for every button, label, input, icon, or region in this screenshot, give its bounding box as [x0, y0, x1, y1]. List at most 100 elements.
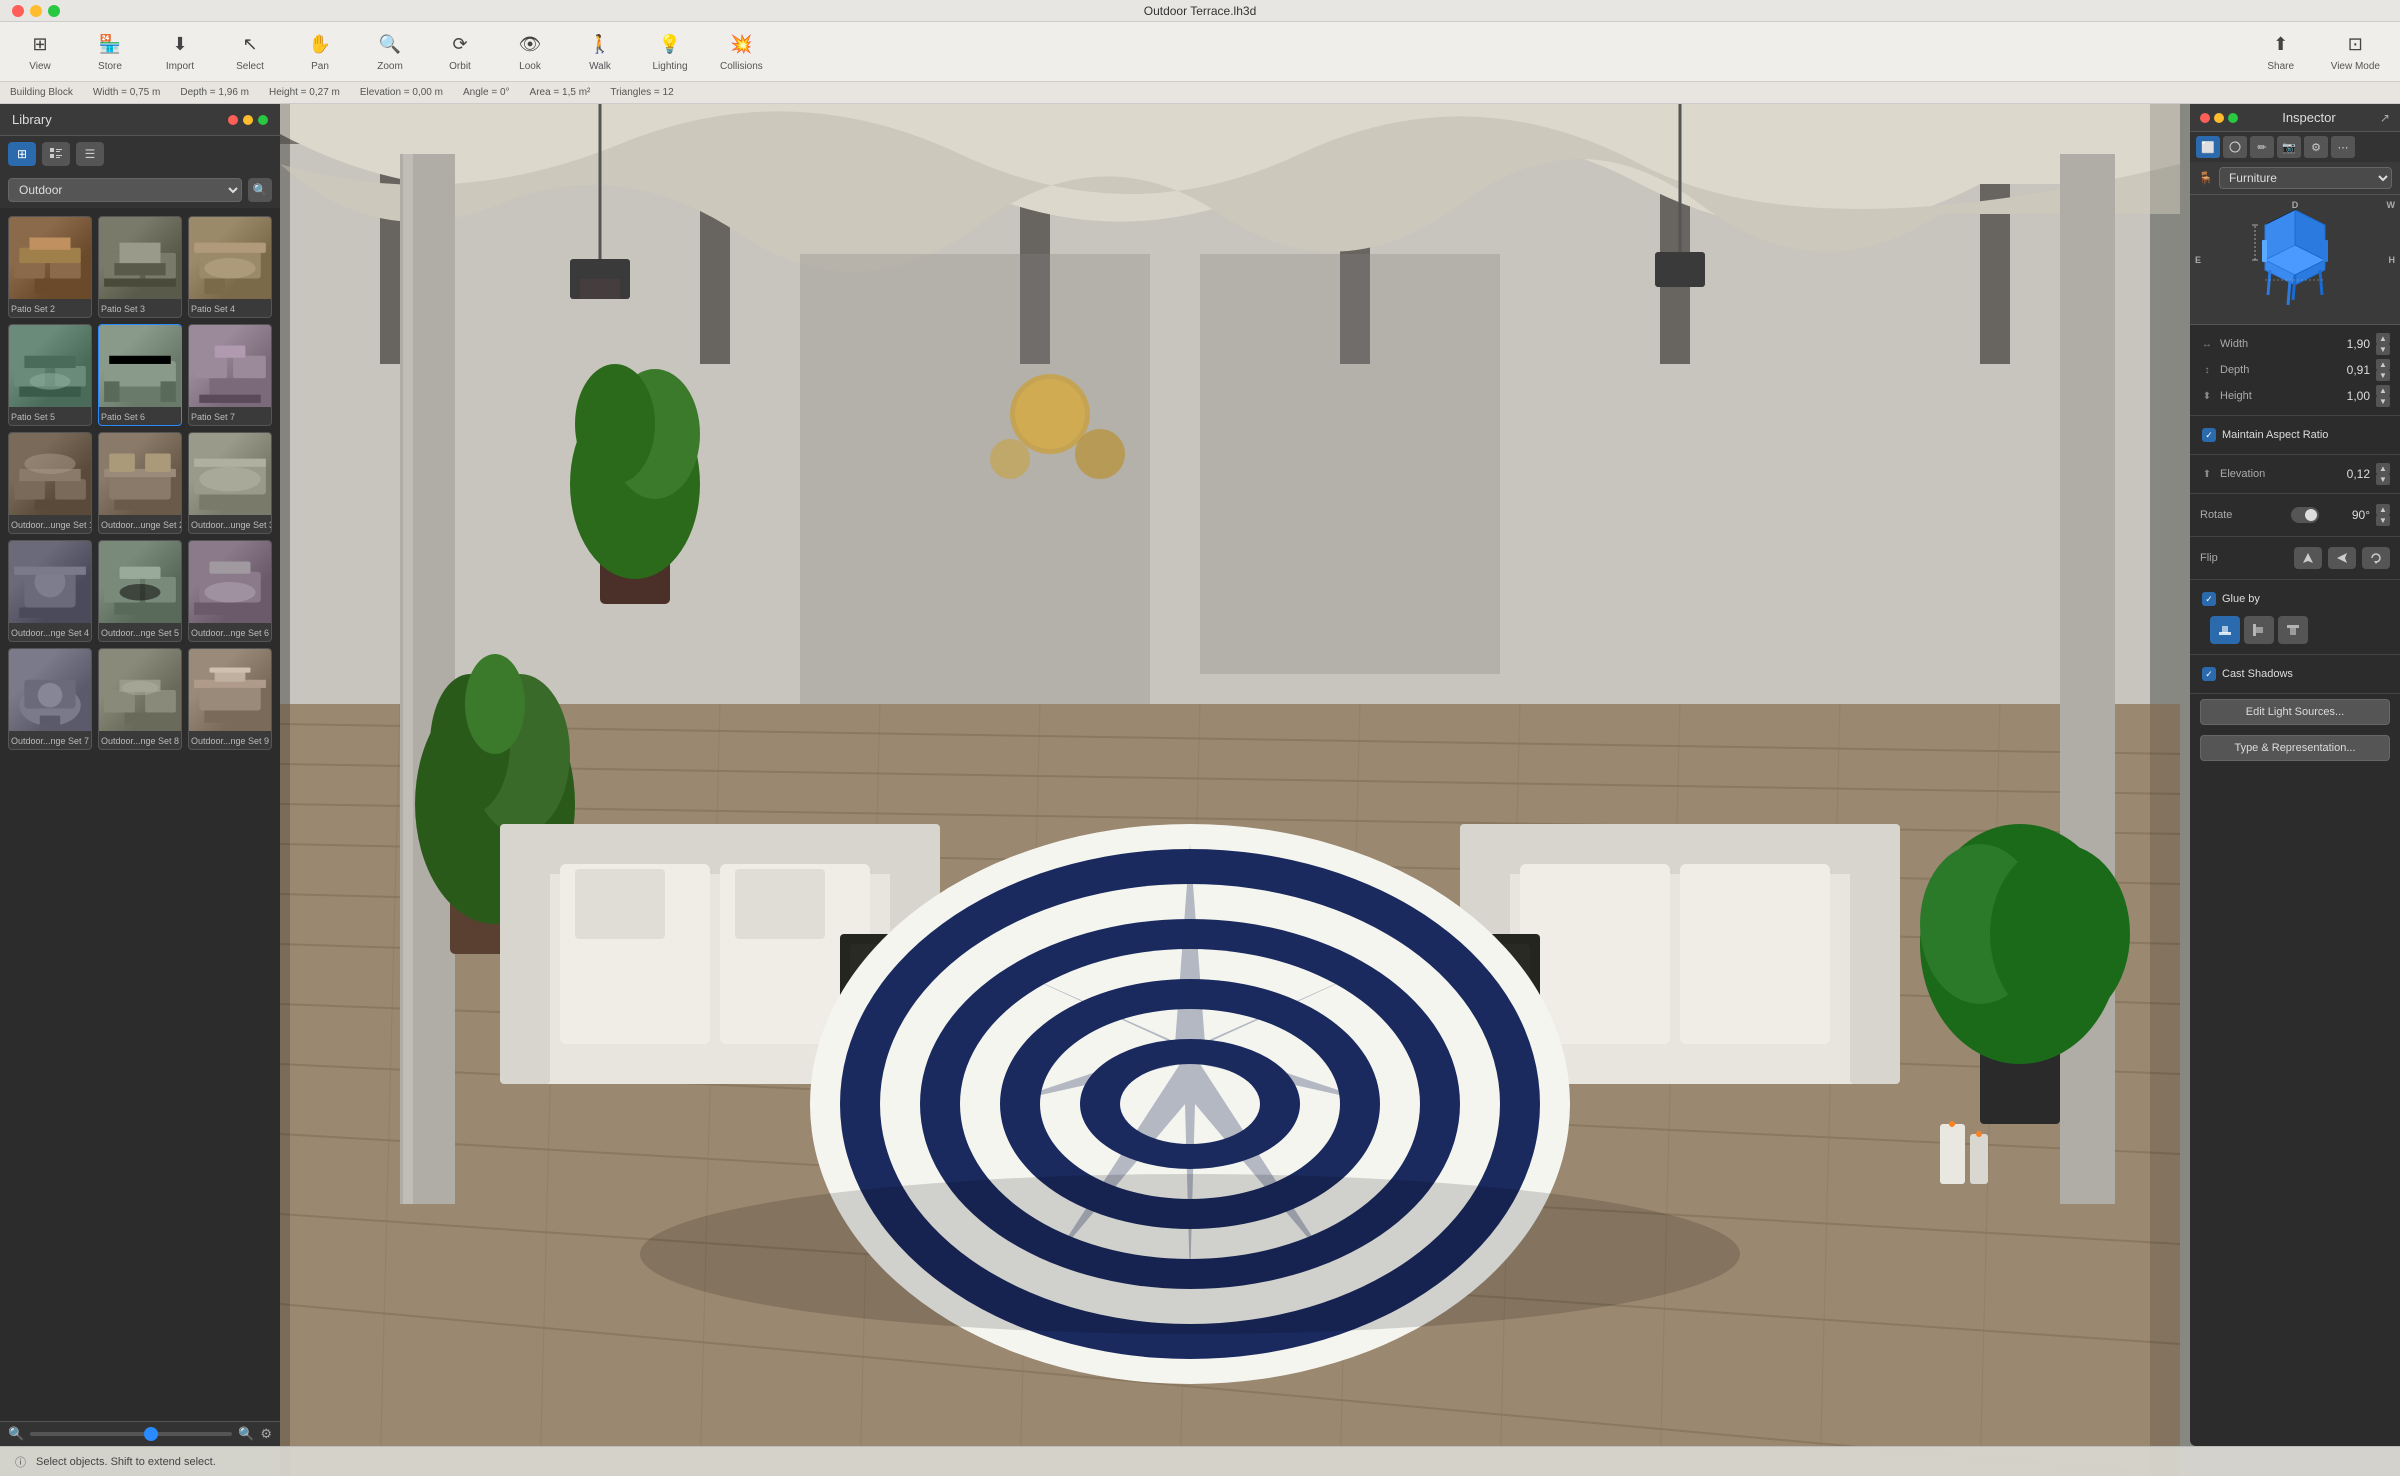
- toolbar-item-orbit[interactable]: ⟳ Orbit: [440, 32, 480, 72]
- height-up-btn[interactable]: ▲: [2376, 385, 2390, 396]
- maintain-aspect-ratio-row[interactable]: ✓ Maintain Aspect Ratio: [2200, 422, 2390, 448]
- inspector-height-value[interactable]: 1,00: [2320, 389, 2370, 403]
- zoom-icon: 🔍: [377, 32, 403, 58]
- library-item-outdoor5[interactable]: Outdoor...nge Set 5: [98, 540, 182, 642]
- depth-up-btn[interactable]: ▲: [2376, 359, 2390, 370]
- toolbar-item-store[interactable]: 🏪 Store: [90, 32, 130, 72]
- library-search-button[interactable]: 🔍: [248, 178, 272, 202]
- inspector-header: Inspector ↗: [2190, 104, 2400, 132]
- library-item-patio4[interactable]: Patio Set 4: [188, 216, 272, 318]
- toolbar-item-pan[interactable]: ✋ Pan: [300, 32, 340, 72]
- inspector-tab-more[interactable]: ⋯: [2331, 136, 2355, 158]
- toolbar-item-select[interactable]: ↖ Select: [230, 32, 270, 72]
- library-item-patio6[interactable]: Patio Set 6: [98, 324, 182, 426]
- toolbar-item-share[interactable]: ⬆ Share: [2261, 32, 2301, 72]
- inspector-tab-object[interactable]: ⬜: [2196, 136, 2220, 158]
- flip-vertical-btn[interactable]: [2328, 547, 2356, 569]
- library-item-outdoor1[interactable]: Outdoor...unge Set 1: [8, 432, 92, 534]
- toolbar-item-view[interactable]: ⊞ View: [20, 32, 60, 72]
- toolbar-item-walk[interactable]: 🚶 Walk: [580, 32, 620, 72]
- height-down-btn[interactable]: ▼: [2376, 396, 2390, 407]
- library-zoom-slider[interactable]: [30, 1432, 232, 1436]
- flip-v-icon: [2335, 551, 2349, 565]
- rotate-toggle[interactable]: [2291, 507, 2319, 523]
- library-item-patio3[interactable]: Patio Set 3: [98, 216, 182, 318]
- inspector-elevation-value[interactable]: 0,12: [2320, 467, 2370, 481]
- toolbar-item-collisions[interactable]: 💥 Collisions: [720, 32, 763, 72]
- glue-floor-btn[interactable]: [2210, 616, 2240, 644]
- inspector-width-value[interactable]: 1,90: [2320, 337, 2370, 351]
- library-zoom-thumb[interactable]: [144, 1427, 158, 1441]
- type-representation-button[interactable]: Type & Representation...: [2200, 735, 2390, 761]
- depth-down-btn[interactable]: ▼: [2376, 370, 2390, 381]
- inspector-min-btn[interactable]: [2214, 113, 2224, 123]
- library-max-btn[interactable]: [258, 115, 268, 125]
- library-item-outdoor4[interactable]: Outdoor...nge Set 4: [8, 540, 92, 642]
- elevation-up-btn[interactable]: ▲: [2376, 463, 2390, 474]
- rotate-stepper[interactable]: ▲ ▼: [2376, 504, 2390, 526]
- rotate-up-btn[interactable]: ▲: [2376, 504, 2390, 515]
- maximize-button[interactable]: [48, 5, 60, 17]
- width-up-btn[interactable]: ▲: [2376, 333, 2390, 344]
- toolbar-item-viewmode[interactable]: ⊡ View Mode: [2331, 32, 2380, 72]
- library-item-outdoor3[interactable]: Outdoor...unge Set 3: [188, 432, 272, 534]
- elevation-stepper[interactable]: ▲ ▼: [2376, 463, 2390, 485]
- flip-rotate-btn[interactable]: [2362, 547, 2390, 569]
- toolbar-item-look[interactable]: 👁 Look: [510, 32, 550, 72]
- height-stepper[interactable]: ▲ ▼: [2376, 385, 2390, 407]
- rotate-down-btn[interactable]: ▼: [2376, 515, 2390, 526]
- lighting-icon: 💡: [657, 32, 683, 58]
- library-tab-grid[interactable]: ⊞: [8, 142, 36, 166]
- library-category-select[interactable]: Outdoor Indoor Kitchen Bathroom: [8, 178, 242, 202]
- library-item-outdoor9[interactable]: Outdoor...nge Set 9: [188, 648, 272, 750]
- scene-area[interactable]: [0, 104, 2400, 1476]
- glue-wall-btn[interactable]: [2244, 616, 2274, 644]
- library-item-patio5[interactable]: Patio Set 5: [8, 324, 92, 426]
- maintain-aspect-ratio-checkbox[interactable]: ✓: [2202, 428, 2216, 442]
- inspector-expand-icon[interactable]: ↗: [2380, 111, 2390, 125]
- library-item-label-patio3: Patio Set 3: [99, 301, 147, 318]
- edit-light-sources-button[interactable]: Edit Light Sources...: [2200, 699, 2390, 725]
- depth-stepper[interactable]: ▲ ▼: [2376, 359, 2390, 381]
- inspector-max-btn[interactable]: [2228, 113, 2238, 123]
- library-zoom-in-btn[interactable]: 🔍: [238, 1426, 254, 1442]
- statusbar-area: Area = 1,5 m²: [530, 87, 591, 98]
- toolbar-item-zoom[interactable]: 🔍 Zoom: [370, 32, 410, 72]
- cast-shadows-checkbox[interactable]: ✓: [2202, 667, 2216, 681]
- inspector-tab-edit[interactable]: ✏: [2250, 136, 2274, 158]
- inspector-depth-value[interactable]: 0,91: [2320, 363, 2370, 377]
- inspector-category-select[interactable]: Furniture Decoration Light: [2219, 167, 2392, 189]
- library-zoom-out-btn[interactable]: 🔍: [8, 1426, 24, 1442]
- inspector-traffic: [2200, 113, 2238, 123]
- statusbar: Building Block Width = 0,75 m Depth = 1,…: [0, 82, 2400, 104]
- library-min-btn[interactable]: [243, 115, 253, 125]
- library-item-outdoor6[interactable]: Outdoor...nge Set 6: [188, 540, 272, 642]
- library-item-outdoor2[interactable]: Outdoor...unge Set 2: [98, 432, 182, 534]
- library-settings-btn[interactable]: ⚙: [260, 1426, 272, 1442]
- library-close-btn[interactable]: [228, 115, 238, 125]
- toolbar-item-lighting[interactable]: 💡 Lighting: [650, 32, 690, 72]
- library-tab-list[interactable]: ☰: [76, 142, 104, 166]
- close-button[interactable]: [12, 5, 24, 17]
- depth-icon: ↕: [2200, 363, 2214, 377]
- inspector-tab-settings[interactable]: ⚙: [2304, 136, 2328, 158]
- flip-horizontal-btn[interactable]: [2294, 547, 2322, 569]
- minimize-button[interactable]: [30, 5, 42, 17]
- elevation-down-btn[interactable]: ▼: [2376, 474, 2390, 485]
- walk-icon: 🚶: [587, 32, 613, 58]
- library-tab-detail[interactable]: [42, 142, 70, 166]
- inspector-close-btn[interactable]: [2200, 113, 2210, 123]
- library-item-patio7[interactable]: Patio Set 7: [188, 324, 272, 426]
- glue-by-checkbox[interactable]: ✓: [2202, 592, 2216, 606]
- glue-ceiling-btn[interactable]: [2278, 616, 2308, 644]
- toolbar-label-collisions: Collisions: [720, 61, 763, 72]
- inspector-tab-camera[interactable]: 📷: [2277, 136, 2301, 158]
- rotate-value[interactable]: 90°: [2325, 508, 2370, 522]
- library-item-outdoor8[interactable]: Outdoor...nge Set 8: [98, 648, 182, 750]
- toolbar-item-import[interactable]: ⬇ Import: [160, 32, 200, 72]
- inspector-tab-material[interactable]: [2223, 136, 2247, 158]
- width-down-btn[interactable]: ▼: [2376, 344, 2390, 355]
- library-item-patio2[interactable]: Patio Set 2: [8, 216, 92, 318]
- library-item-outdoor7[interactable]: Outdoor...nge Set 7: [8, 648, 92, 750]
- width-stepper[interactable]: ▲ ▼: [2376, 333, 2390, 355]
